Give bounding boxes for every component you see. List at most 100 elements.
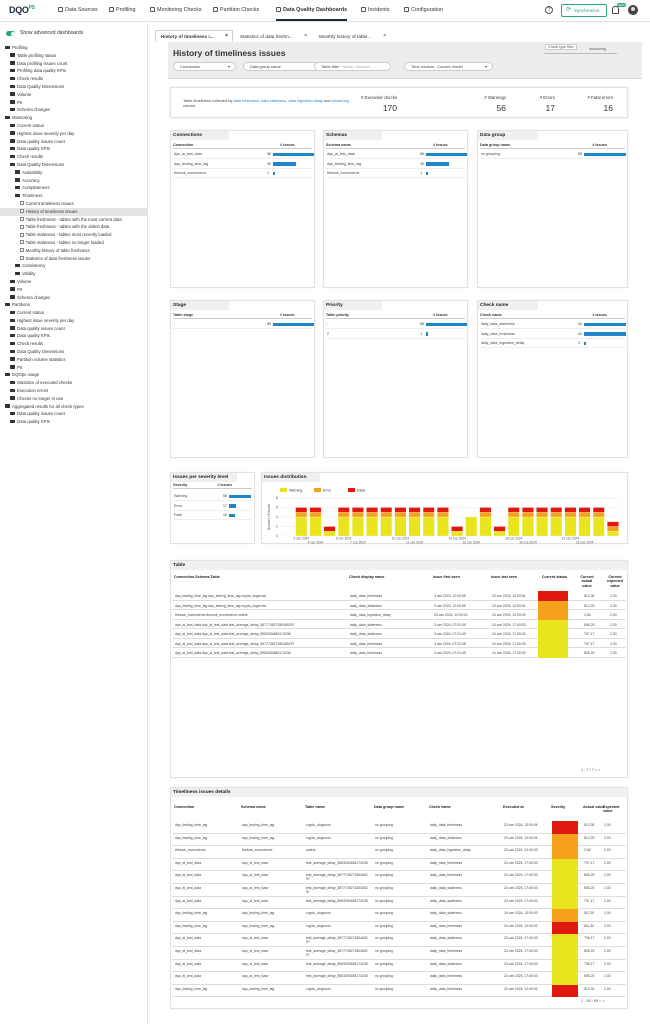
sidebar-item[interactable]: Partition volume statistics	[0, 356, 148, 364]
sidebar-item[interactable]: Current status	[0, 309, 148, 317]
details-row[interactable]: dqo_ai_test_data dqo_ai_test_data test_ave…	[172, 884, 626, 897]
check-type-filter[interactable]: Check type filter monitoring	[544, 44, 617, 54]
close-icon[interactable]: ×	[304, 31, 307, 42]
sidebar-item[interactable]: Completeness	[0, 184, 148, 192]
sidebar-item[interactable]: Data quality issues count	[0, 138, 148, 146]
sidebar-item[interactable]: Volume	[0, 91, 148, 99]
table-row[interactable]: dqo_ai_test_data.dqo_ai_test_data.test_a…	[172, 629, 626, 639]
sidebar-item[interactable]: Monthly history of table freshness	[0, 247, 148, 255]
nav-profiling[interactable]: Profiling	[109, 7, 135, 13]
sidebar-item[interactable]: Statistics of data freshness issues	[0, 255, 148, 263]
tab-2[interactable]: Monthly history of table... ×	[313, 30, 391, 42]
panel-row[interactable]: thelook_ecommerce 1	[326, 169, 465, 178]
sidebar-item[interactable]: Table freshness - tables with the oldest…	[0, 223, 148, 231]
filter-time-window[interactable]: Time window Current month ▾	[404, 62, 493, 71]
panel-row[interactable]: dqo_testing_time_lag 30	[173, 160, 312, 169]
filter-table-filter[interactable]: Table filter Name/ %schem	[314, 62, 391, 71]
sidebar-item[interactable]: Current timeliness issues	[0, 200, 148, 208]
nav-partition-checks[interactable]: Partition Checks	[213, 7, 259, 13]
table-row[interactable]: thelook_ecommerce.thelook_ecommerce.orde…	[172, 610, 626, 620]
sidebar-item[interactable]: Current status	[0, 122, 148, 130]
panel-row[interactable]: - 88	[326, 320, 467, 329]
tab-0[interactable]: History of timeliness i... ×	[155, 30, 233, 42]
sidebar-item[interactable]: Monitoring	[0, 114, 148, 122]
nav-data-sources[interactable]: Data Sources	[58, 7, 98, 13]
panel-row[interactable]: 21	[326, 330, 465, 339]
details-row[interactable]: dqo_ai_test_data dqo_ai_test_data test_ave…	[172, 947, 626, 960]
sidebar-item[interactable]: Data quality KPIs	[0, 332, 148, 340]
panel-row[interactable]: daily_data_freshness 44	[480, 330, 627, 339]
details-pager[interactable]: 1 - 89 / 89 < >	[581, 999, 605, 1003]
filter-data-group-name[interactable]: Data group name▾	[243, 62, 322, 71]
panel-row[interactable]: no grouping 89	[480, 150, 627, 159]
nav-monitoring-checks[interactable]: Monitoring Checks	[150, 7, 202, 13]
table-row[interactable]: dqo_ai_test_data.dqo_ai_test_data.test_a…	[172, 619, 626, 629]
sidebar-item[interactable]: Validity	[0, 270, 148, 278]
sidebar-item[interactable]: Highest issue severity per day	[0, 130, 148, 138]
details-row[interactable]: dqo_ai_test_data dqo_ai_test_data test_ave…	[172, 934, 626, 947]
sidebar-item[interactable]: Data quality KPIs	[0, 418, 148, 426]
details-row[interactable]: thelook_ecommerce thelook_ecommerce orders…	[172, 846, 626, 859]
sidebar-item[interactable]: Profiling data quality KPIs	[0, 67, 148, 75]
sidebar-item[interactable]: PII	[0, 364, 148, 372]
details-row[interactable]: dqo_ai_test_data dqo_ai_test_data test_ave…	[172, 972, 626, 985]
panel-row[interactable]: Error 17	[173, 502, 252, 511]
notifications-bell-icon[interactable]	[612, 6, 619, 14]
panel-row[interactable]: dqo_ai_test_data 56	[173, 150, 314, 159]
nav-incidents[interactable]: Incidents	[361, 7, 390, 13]
table-row[interactable]: dqo_ai_test_data.dqo_ai_test_data.test_a…	[172, 638, 626, 648]
table-row[interactable]: dqo_testing_time_lag.dqo_testing_time_la…	[172, 600, 626, 610]
sidebar-item[interactable]: Execution errors	[0, 387, 148, 395]
sidebar-item[interactable]: Check results	[0, 75, 148, 83]
panel-row[interactable]: - 89	[173, 320, 314, 329]
sidebar-item[interactable]: Table profiling status	[0, 52, 148, 60]
data-ingestion-delay-link[interactable]: data ingestion delay	[288, 98, 323, 103]
advanced-dashboards-toggle[interactable]	[6, 31, 15, 36]
sidebar-item[interactable]: Profiling	[0, 44, 148, 52]
details-row[interactable]: dqo_testing_time_lag dqo_testing_time_lag…	[172, 921, 626, 935]
nav-configuration[interactable]: Configuration	[404, 7, 443, 13]
table-row[interactable]: dqo_testing_time_lag.dqo_testing_time_la…	[172, 591, 626, 601]
sidebar-item[interactable]: Checks no longer in use	[0, 395, 148, 403]
sidebar-item[interactable]: PII	[0, 99, 148, 107]
details-row[interactable]: dqo_testing_time_lag dqo_testing_time_lag…	[172, 821, 626, 834]
details-row[interactable]: dqo_testing_time_lag dqo_testing_time_lag…	[172, 909, 626, 922]
panel-row[interactable]: dqo_ai_test_data 56	[326, 150, 467, 159]
sidebar-item[interactable]: Volume	[0, 278, 148, 286]
help-icon[interactable]: ?	[545, 6, 553, 14]
synchronize-button[interactable]: Synchronize	[561, 4, 607, 17]
sidebar-item[interactable]: Data quality issues count	[0, 410, 148, 418]
sidebar-item[interactable]: Data Quality Dimensions	[0, 348, 148, 356]
sidebar-item[interactable]: DQOps usage	[0, 371, 148, 379]
sidebar-item[interactable]: Schema changes	[0, 106, 148, 114]
sidebar-item[interactable]: Table staleness - tables no longer loade…	[0, 239, 148, 247]
details-row[interactable]: dqo_ai_test_data dqo_ai_test_data test_ave…	[172, 871, 626, 884]
sidebar-item[interactable]: Consistency	[0, 262, 148, 270]
sidebar-item[interactable]: Aggregated results for all check types	[0, 403, 148, 411]
panel-row[interactable]: thelook_ecommerce 1	[173, 169, 312, 178]
sidebar-item[interactable]: Table freshness - tables with the most c…	[0, 216, 148, 224]
data-staleness-link[interactable]: data staleness	[261, 98, 286, 103]
details-row[interactable]: dqo_testing_time_lag dqo_testing_time_lag…	[172, 833, 626, 847]
sidebar-item[interactable]: History of timeliness issues	[0, 207, 148, 216]
sidebar-item[interactable]: Data quality issues count	[0, 325, 148, 333]
sidebar-item[interactable]: Data Quality Dimensions	[0, 83, 148, 91]
panel-row[interactable]: Fatal 16	[173, 511, 252, 520]
sidebar-item[interactable]: Data quality KPIs	[0, 145, 148, 153]
panel-row[interactable]: daily_data_staleness 44	[480, 320, 627, 329]
details-row[interactable]: dqo_ai_test_data dqo_ai_test_data test_ave…	[172, 858, 626, 872]
sidebar-item[interactable]: Statistics of executed checks	[0, 379, 148, 387]
table-pager[interactable]: 1 - 7 / 7 < >	[581, 768, 600, 772]
user-avatar[interactable]	[628, 5, 638, 15]
sidebar-item[interactable]: Accuracy	[0, 177, 148, 185]
dqops-logo[interactable]: DQOPS	[9, 5, 35, 15]
panel-row[interactable]: Warning 56	[173, 492, 252, 501]
details-row[interactable]: dqo_ai_test_data dqo_ai_test_data test_ave…	[172, 896, 626, 910]
sidebar-item[interactable]: Schema changes	[0, 294, 148, 302]
sidebar-item[interactable]: Timeliness	[0, 192, 148, 200]
close-icon[interactable]: ×	[383, 31, 386, 42]
sidebar-item[interactable]: PII	[0, 286, 148, 294]
filter-connection[interactable]: Connection ▾	[173, 62, 236, 71]
data-freshness-link[interactable]: data freshness	[233, 98, 259, 103]
close-icon[interactable]: ×	[225, 31, 228, 42]
